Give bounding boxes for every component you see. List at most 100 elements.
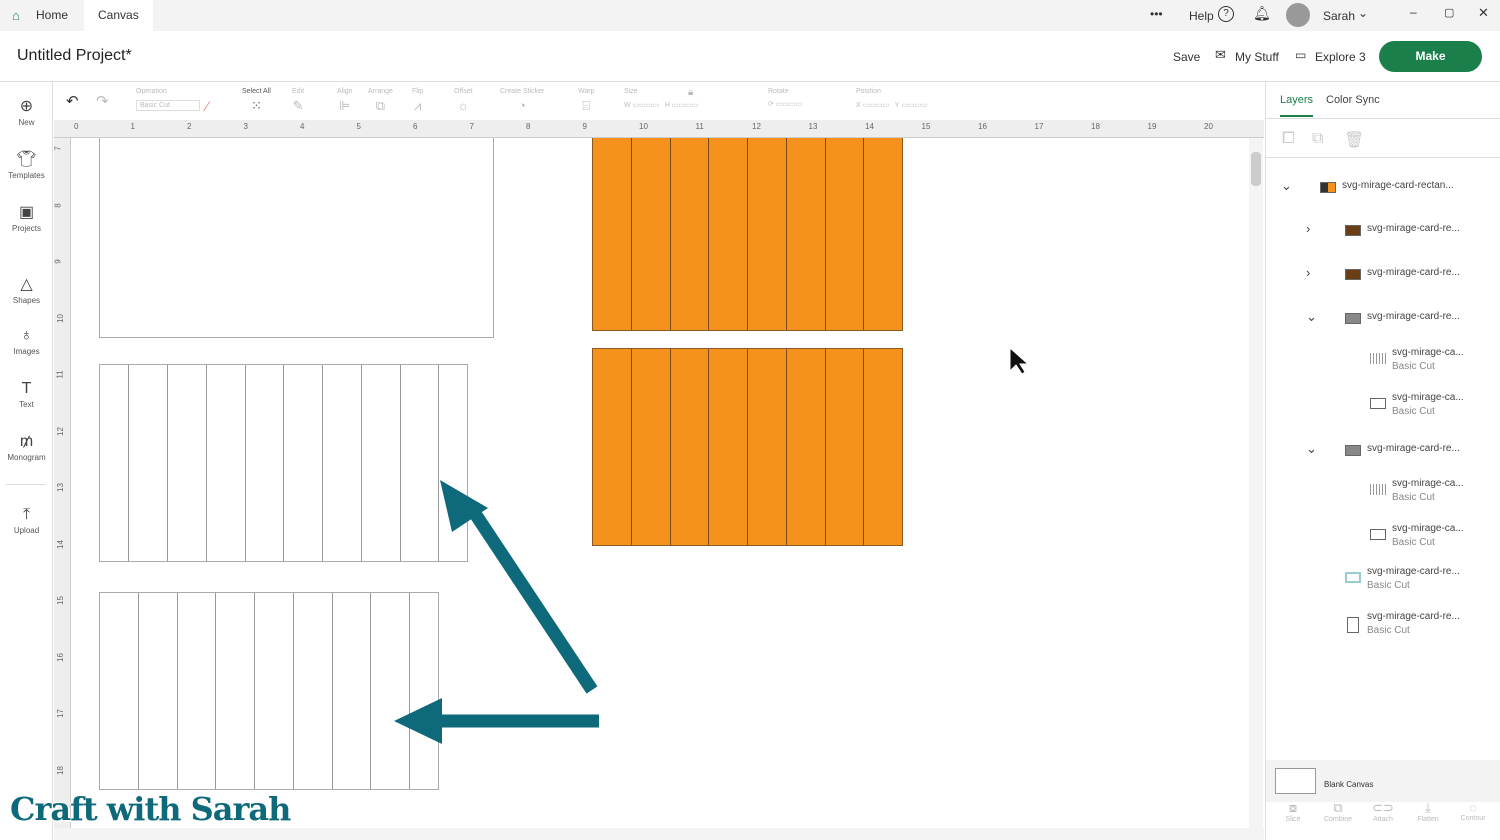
divider [1266,118,1500,119]
attach-button[interactable]: ⊂⊃ Attach [1363,800,1403,823]
group-icon[interactable]: ⧠ [1282,130,1295,148]
layer-item[interactable]: svg-mirage-ca... Basic Cut [1392,347,1464,372]
make-button[interactable]: Make [1379,41,1482,72]
arrange-button[interactable]: Arrange ⧉ [368,88,393,114]
label: New [18,118,35,127]
sidebar-item-monogram[interactable]: ₥ Monogram [0,433,53,462]
shirt-icon: 👕︎ [16,151,37,168]
ruler-tick-label: 20 [1204,122,1213,131]
label: Projects [12,224,41,233]
more-button[interactable]: ••• [1150,7,1163,21]
sidebar-item-templates[interactable]: 👕︎ Templates [0,149,53,180]
offset-button[interactable]: Offset ☼ [454,88,473,113]
project-header: Untitled Project* Save ✉ My Stuff ▭ Expl… [0,31,1500,82]
layers-panel: Layers Color Sync ⧠ ⧉ 🗑︎ ⌄ svg-mirage-car… [1265,82,1500,840]
layer-thumbnail [1345,269,1361,280]
ruler-tick-label: 8 [526,122,531,131]
sidebar-item-images[interactable]: ♁ Images [0,327,53,356]
monogram-icon: ₥ [19,433,34,450]
ruler-tick-label: 15 [921,122,931,131]
chevron-right-icon[interactable]: › [1306,221,1310,236]
redo-button[interactable]: ↷ [96,92,109,110]
y-label: Y [894,102,900,109]
layer-item[interactable]: svg-mirage-card-re... Basic Cut [1367,566,1460,591]
contour-button[interactable]: ◌ Contour [1453,800,1493,822]
warp-button[interactable]: Warp ⌸ [578,88,594,114]
combine-button[interactable]: ⧉ Combine [1318,800,1358,823]
horizontal-scrollbar[interactable] [54,828,1264,840]
align-button[interactable]: Align ⊫ [337,88,353,114]
minimize-button[interactable]: – [1410,5,1417,19]
label: Size [624,88,638,95]
save-button[interactable]: Save [1173,50,1200,64]
home-icon: ⌂ [12,8,20,23]
layer-name: svg-mirage-card-rectan... [1342,180,1454,191]
maximize-button[interactable]: ▢ [1444,6,1454,19]
sidebar-item-projects[interactable]: ▣ Projects [0,202,53,233]
align-icon: ⊫ [339,98,351,113]
blank-canvas-row[interactable]: Blank Canvas [1266,760,1500,802]
design-canvas[interactable] [72,138,1248,828]
left-sidebar: ⊕ New 👕︎ Templates ▣ Projects △ Shapes ♁ Imag… [0,82,53,840]
canvas-swatch[interactable] [1275,768,1316,794]
duplicate-icon[interactable]: ⧉ [1312,130,1323,148]
machine-selector[interactable]: Explore 3 [1315,50,1366,64]
layer-thumbnail [1370,529,1386,540]
label: Combine [1323,816,1352,823]
layer-item[interactable]: svg-mirage-card-re... [1367,443,1460,454]
lock-icon[interactable]: 🔒︎ [688,87,693,98]
layer-name: svg-mirage-card-re... [1367,611,1460,622]
rotate-field[interactable]: Rotate ⟳ ▭▭▭▭ [768,88,802,108]
operation-select[interactable]: Operation Basic Cut [136,88,200,111]
slice-button[interactable]: ⧇ Slice [1273,800,1313,823]
ruler-tick-label: 16 [55,652,65,662]
user-name[interactable]: Sarah [1323,9,1355,23]
select-all-button[interactable]: Select All ⁙ [242,88,271,114]
chevron-down-icon[interactable]: ⌄ [1306,309,1317,325]
edit-button[interactable]: Edit ✎ [292,88,304,114]
tab-color-sync[interactable]: Color Sync [1326,94,1380,106]
sidebar-item-new[interactable]: ⊕ New [0,96,53,127]
vertical-scrollbar[interactable] [1249,138,1263,828]
layer-item[interactable]: svg-mirage-card-re... [1367,223,1460,234]
ruler-tick-label: 4 [300,122,305,131]
layer-item[interactable]: svg-mirage-ca... Basic Cut [1392,392,1464,417]
layer-item[interactable]: svg-mirage-ca... Basic Cut [1392,523,1464,548]
chevron-down-icon[interactable]: ⌄ [1281,178,1292,194]
chevron-down-icon[interactable]: ⌄ [1306,441,1317,457]
layer-thumbnail [1345,225,1361,236]
layer-item[interactable]: svg-mirage-card-re... Basic Cut [1367,611,1460,636]
layer-item[interactable]: svg-mirage-card-re... [1367,267,1460,278]
my-stuff-button[interactable]: My Stuff [1235,50,1279,64]
sidebar-item-upload[interactable]: ⤒ Upload [0,506,53,535]
position-fields[interactable]: Position X ▭▭▭▭ Y ▭▭▭▭ [856,88,928,109]
chevron-down-icon[interactable]: ⌄ [1358,6,1368,20]
create-sticker-button[interactable]: Create Sticker ◔ [500,88,544,113]
undo-button[interactable]: ↶ [66,92,79,110]
ruler-tick-label: 7 [53,146,63,151]
tab-home[interactable]: Home [22,0,82,31]
layer-operation: Basic Cut [1392,361,1435,372]
bell-icon[interactable]: 🔔︎ [1253,5,1271,22]
cursor-icon [1009,346,1030,375]
layer-name: svg-mirage-card-re... [1367,566,1460,577]
flip-button[interactable]: Flip ⩘ [412,88,423,114]
layer-item[interactable]: svg-mirage-ca... Basic Cut [1392,478,1464,503]
tab-layers[interactable]: Layers [1280,94,1314,117]
layer-item[interactable]: svg-mirage-card-rectan... [1342,180,1454,191]
close-button[interactable]: ✕ [1478,5,1489,21]
flatten-button[interactable]: ⤓ Flatten [1408,800,1448,823]
sidebar-item-text[interactable]: T Text [0,380,53,409]
ruler-tick-label: 6 [413,122,418,131]
layer-name: svg-mirage-card-re... [1367,267,1460,278]
avatar[interactable] [1286,3,1310,27]
chevron-right-icon[interactable]: › [1306,265,1310,280]
delete-icon[interactable]: 🗑︎ [1344,130,1364,150]
help-button[interactable]: Help [1189,9,1214,23]
divider [1266,157,1500,158]
layer-item[interactable]: svg-mirage-card-re... [1367,311,1460,322]
layer-thumbnail [1345,445,1361,456]
tab-canvas[interactable]: Canvas [84,0,153,31]
label: Operation [136,88,167,95]
sidebar-item-shapes[interactable]: △ Shapes [0,274,53,305]
